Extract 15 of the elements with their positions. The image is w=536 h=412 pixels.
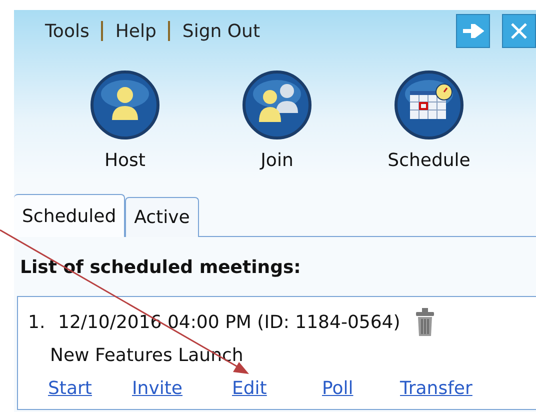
tab[interactable]: Scheduled — [14, 194, 126, 237]
menu-item[interactable]: Help — [115, 20, 156, 42]
action-button[interactable]: Join — [227, 70, 327, 171]
meeting-link[interactable]: Invite — [132, 378, 183, 399]
meeting-link[interactable]: Edit — [232, 378, 267, 399]
menu-item[interactable]: Tools — [45, 20, 90, 42]
meeting-link[interactable]: Poll — [322, 378, 354, 399]
action-button[interactable]: Host — [75, 70, 175, 171]
meeting-link[interactable]: Transfer — [400, 378, 472, 399]
meeting-number: 1. — [28, 312, 46, 332]
menu-item[interactable]: Sign Out — [182, 20, 260, 42]
action-button[interactable]: Schedule — [379, 70, 479, 171]
meeting-link[interactable]: Start — [48, 378, 92, 399]
tab[interactable]: Active — [125, 197, 199, 237]
meeting-time: 12/10/2016 04:00 PM (ID: 1184-0564) — [58, 312, 400, 332]
